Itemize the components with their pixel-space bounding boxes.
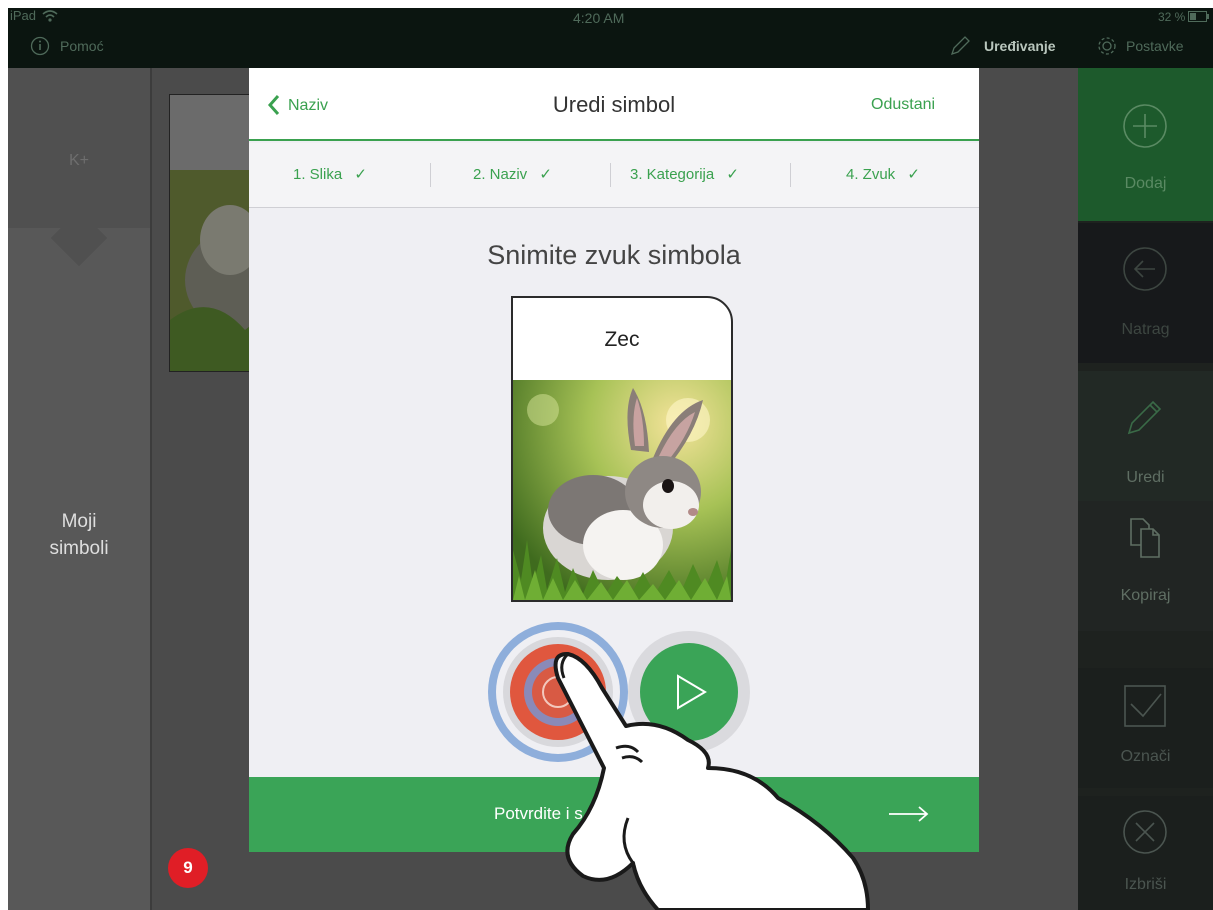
battery-icon: [1188, 11, 1209, 22]
arrow-right-icon: [889, 806, 929, 822]
step-number-badge: 9: [168, 848, 208, 888]
pencil-icon: [950, 36, 970, 56]
toolbar-add-button[interactable]: Dodaj: [1078, 68, 1213, 221]
step-name-label: 2. Naziv: [473, 166, 528, 183]
checkbox-icon: [1124, 685, 1166, 727]
pencil-icon: [1127, 400, 1162, 435]
rabbit-photo: [513, 380, 731, 600]
x-circle-icon: [1123, 810, 1167, 854]
plus-circle-icon: [1123, 104, 1167, 148]
help-label: Pomoć: [60, 38, 104, 54]
toolbar-add-label: Dodaj: [1124, 175, 1167, 192]
symbol-card: Zec: [511, 296, 733, 602]
wifi-icon: [42, 10, 58, 22]
editing-label: Uređivanje: [984, 38, 1056, 54]
check-icon: ✓: [726, 166, 739, 183]
toolbar-copy-button[interactable]: Kopiraj: [1078, 501, 1213, 631]
step-separator: [790, 163, 791, 187]
toolbar-select-button[interactable]: Označi: [1078, 668, 1213, 788]
check-icon: ✓: [907, 166, 920, 183]
record-heading: Snimite zvuk simbola: [487, 240, 741, 270]
toolbar-delete-label: Izbriši: [1124, 876, 1167, 893]
toolbar-back-button[interactable]: Natrag: [1078, 223, 1213, 363]
step-separator: [430, 163, 431, 187]
cancel-button[interactable]: Odustani: [871, 96, 935, 114]
category-label-line1: Moji: [61, 511, 97, 532]
info-icon: [30, 36, 50, 56]
settings-label: Postavke: [1126, 38, 1184, 54]
check-icon: ✓: [354, 166, 367, 183]
step-name[interactable]: 2. Naziv ✓: [473, 165, 552, 183]
category-label-line2: simboli: [49, 538, 109, 559]
toolbar-edit-button[interactable]: Uredi: [1078, 371, 1213, 501]
gear-icon: [1098, 37, 1116, 55]
toolbar-copy-label: Kopiraj: [1120, 587, 1171, 604]
toolbar-back-label: Natrag: [1121, 321, 1170, 338]
step-image-label: 1. Slika: [293, 166, 343, 183]
step-image[interactable]: 1. Slika ✓: [293, 165, 367, 183]
toolbar-edit-label: Uredi: [1126, 469, 1165, 486]
toolbar-select-label: Označi: [1120, 748, 1171, 765]
right-toolbar: Dodaj Natrag Uredi Kopiraj Označi Izbriš…: [1078, 68, 1213, 910]
step-sound[interactable]: 4. Zvuk ✓: [846, 165, 920, 183]
status-bar: iPad 4:20 AM 32 % Pomoć Uređivanje Posta…: [8, 8, 1213, 68]
step-category[interactable]: 3. Kategorija ✓: [630, 165, 739, 183]
wizard-steps: 1. Slika ✓ 2. Naziv ✓ 3. Kategorija ✓ 4.…: [249, 143, 979, 208]
battery-percent: 32 %: [1158, 10, 1186, 24]
pointing-hand-overlay: [553, 651, 870, 910]
step-category-label: 3. Kategorija: [630, 166, 715, 183]
symbol-card-label: Zec: [604, 328, 640, 351]
arrow-left-circle-icon: [1123, 247, 1167, 291]
left-top-tab[interactable]: K+: [8, 68, 150, 228]
clock: 4:20 AM: [573, 10, 625, 26]
step-separator: [610, 163, 611, 187]
modal-title: Uredi simbol: [552, 92, 676, 117]
device-label: iPad: [10, 8, 37, 23]
ipad-screen: iPad 4:20 AM 32 % Pomoć Uređivanje Posta…: [8, 8, 1213, 910]
left-top-label: K+: [68, 152, 89, 169]
modal-header: Naziv Uredi simbol Odustani: [249, 68, 979, 141]
step-sound-label: 4. Zvuk: [846, 166, 896, 183]
check-icon: ✓: [539, 166, 552, 183]
copy-icon: [1130, 518, 1160, 558]
left-panel: K+ Moji simboli: [8, 68, 150, 910]
category-my-symbols[interactable]: Moji simboli: [8, 508, 150, 562]
toolbar-delete-button[interactable]: Izbriši: [1078, 796, 1213, 910]
